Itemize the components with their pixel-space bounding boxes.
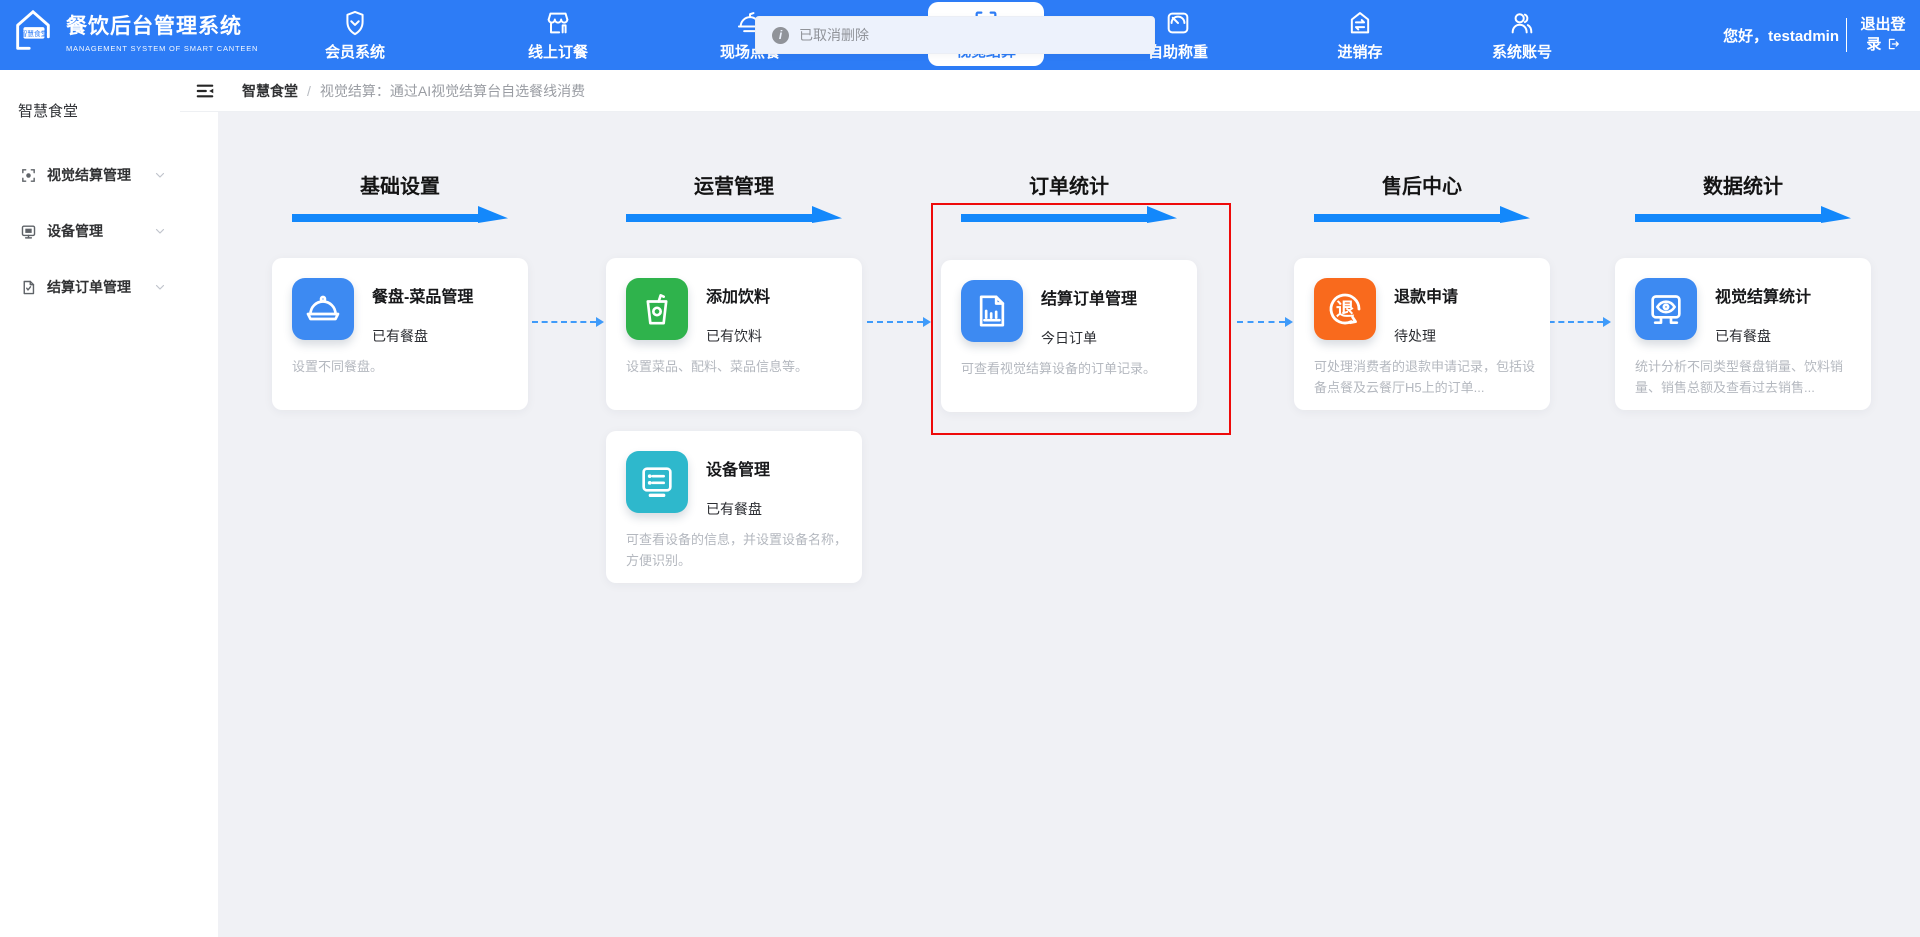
column-title-basic-setup: 基础设置: [272, 170, 528, 199]
card-settle-order-mgmt[interactable]: 结算订单管理 今日订单 可查看视觉结算设备的订单记录。: [941, 260, 1197, 412]
breadcrumb-bar: 智慧食堂 / 视觉结算：通过AI视觉结算台自选餐线消费: [180, 70, 1920, 112]
card-title: 退款申请: [1394, 283, 1458, 307]
card-description: 可查看设备的信息，并设置设备名称，方便识别。: [626, 529, 848, 571]
sidebar-item-label: 设备管理: [47, 221, 154, 241]
app-logo-icon: 智慧食堂: [10, 8, 56, 54]
card-title: 餐盘-菜品管理: [372, 283, 473, 307]
card-title: 添加饮料: [706, 283, 770, 307]
logout-button[interactable]: 退出登录: [1854, 15, 1912, 55]
sidebar-collapse-icon[interactable]: [194, 80, 216, 102]
card-plate-dish-mgmt[interactable]: 餐盘-菜品管理 已有餐盘 设置不同餐盘。: [272, 258, 528, 410]
card-description: 设置菜品、配料、菜品信息等。: [626, 356, 848, 377]
card-visual-checkout-stats[interactable]: 视觉结算统计 已有餐盘 统计分析不同类型餐盘销量、饮料销量、销售总额及查看过去销…: [1615, 258, 1871, 410]
nav-item-online-order[interactable]: 线上订餐: [498, 0, 618, 70]
column-arrow: [961, 206, 1177, 223]
flow-connector: [867, 321, 923, 323]
column-title-data-stats: 数据统计: [1615, 170, 1871, 199]
column-title-order-stats: 订单统计: [941, 170, 1197, 199]
flow-canvas: 基础设置 运营管理 订单统计 售后中心 数据统计 餐盘-菜品管理 已有餐盘 设置…: [218, 112, 1920, 937]
sidebar-item-label: 结算订单管理: [47, 277, 154, 297]
card-description: 统计分析不同类型餐盘销量、饮料销量、销售总额及查看过去销售...: [1635, 356, 1857, 398]
device-icon: [20, 223, 37, 240]
sidebar-item-visual-checkout-mgmt[interactable]: 视觉结算管理: [0, 147, 180, 203]
breadcrumb-root[interactable]: 智慧食堂: [242, 81, 298, 101]
card-refund-request[interactable]: 退 退款申请 待处理 可处理消费者的退款申请记录，包括设备点餐及云餐厅H5上的订…: [1294, 258, 1550, 410]
info-icon: i: [772, 27, 789, 44]
card-description: 可处理消费者的退款申请记录，包括设备点餐及云餐厅H5上的订单...: [1314, 356, 1536, 398]
nav-label: 进销存: [1337, 41, 1382, 62]
toast-text: 已取消删除: [799, 25, 869, 45]
brand: 智慧食堂 餐饮后台管理系统 MANAGEMENT SYSTEM OF SMART…: [10, 8, 258, 54]
flow-connector: [532, 321, 596, 323]
nav-label: 自助称重: [1148, 41, 1208, 62]
card-description: 设置不同餐盘。: [292, 356, 514, 377]
chevron-down-icon: [154, 281, 166, 293]
chevron-down-icon: [154, 225, 166, 237]
card-title: 视觉结算统计: [1715, 283, 1811, 307]
toast-message: i 已取消删除: [755, 16, 1155, 54]
app-title: 餐饮后台管理系统: [66, 10, 258, 40]
stats-monitor-icon: [1635, 278, 1697, 340]
card-add-drink[interactable]: 添加饮料 已有饮料 设置菜品、配料、菜品信息等。: [606, 258, 862, 410]
drink-icon: [626, 278, 688, 340]
logout-icon: [1886, 37, 1900, 51]
order-report-icon: [961, 280, 1023, 342]
svg-text:退: 退: [1336, 298, 1355, 319]
sidebar-title: 智慧食堂: [0, 70, 180, 121]
flow-connector: [1237, 321, 1285, 323]
column-arrow: [626, 206, 842, 223]
accounts-icon: [1507, 8, 1537, 38]
user-greeting: 您好，testadmin: [1723, 25, 1839, 46]
card-subtitle: 已有餐盘: [1715, 326, 1771, 346]
order-doc-icon: [20, 279, 37, 296]
divider: [1846, 18, 1847, 52]
sidebar-item-label: 视觉结算管理: [47, 165, 154, 185]
column-arrow: [292, 206, 508, 223]
card-subtitle: 已有饮料: [706, 326, 762, 346]
sidebar: 智慧食堂 视觉结算管理 设备管理: [0, 70, 180, 937]
visual-checkout-icon: [20, 167, 37, 184]
chevron-down-icon: [154, 169, 166, 181]
sidebar-menu: 视觉结算管理 设备管理 结算订单管理: [0, 147, 180, 315]
column-arrow: [1635, 206, 1851, 223]
nav-item-system-account[interactable]: 系统账号: [1462, 0, 1582, 70]
card-device-mgmt[interactable]: 设备管理 已有餐盘 可查看设备的信息，并设置设备名称，方便识别。: [606, 431, 862, 583]
breadcrumb-current: 视觉结算：通过AI视觉结算台自选餐线消费: [320, 81, 585, 101]
card-subtitle: 待处理: [1394, 326, 1436, 346]
column-title-after-sales: 售后中心: [1294, 170, 1550, 199]
app-subtitle: MANAGEMENT SYSTEM OF SMART CANTEEN: [66, 44, 258, 53]
nav-item-inventory[interactable]: 进销存: [1300, 0, 1420, 70]
nav-label: 线上订餐: [528, 41, 588, 62]
card-subtitle: 已有餐盘: [372, 326, 428, 346]
sidebar-item-device-mgmt[interactable]: 设备管理: [0, 203, 180, 259]
card-subtitle: 今日订单: [1041, 328, 1097, 348]
user-area: 您好，testadmin 退出登录: [1723, 0, 1912, 70]
column-title-operations: 运营管理: [606, 170, 862, 199]
nav-item-member-system[interactable]: 会员系统: [295, 0, 415, 70]
card-title: 设备管理: [706, 456, 770, 480]
scale-icon: [1163, 8, 1193, 38]
inventory-icon: [1345, 8, 1375, 38]
shield-check-icon: [340, 8, 370, 38]
storefront-icon: [543, 8, 573, 38]
card-subtitle: 已有餐盘: [706, 499, 762, 519]
card-description: 可查看视觉结算设备的订单记录。: [961, 358, 1183, 379]
refund-icon: 退: [1314, 278, 1376, 340]
cloche-icon: [292, 278, 354, 340]
logo-text: 智慧食堂: [21, 29, 48, 38]
nav-label: 系统账号: [1492, 41, 1552, 62]
breadcrumb-separator: /: [307, 83, 311, 99]
device-monitor-icon: [626, 451, 688, 513]
sidebar-item-settle-order-mgmt[interactable]: 结算订单管理: [0, 259, 180, 315]
column-arrow: [1314, 206, 1530, 223]
nav-label: 会员系统: [325, 41, 385, 62]
card-title: 结算订单管理: [1041, 285, 1137, 309]
